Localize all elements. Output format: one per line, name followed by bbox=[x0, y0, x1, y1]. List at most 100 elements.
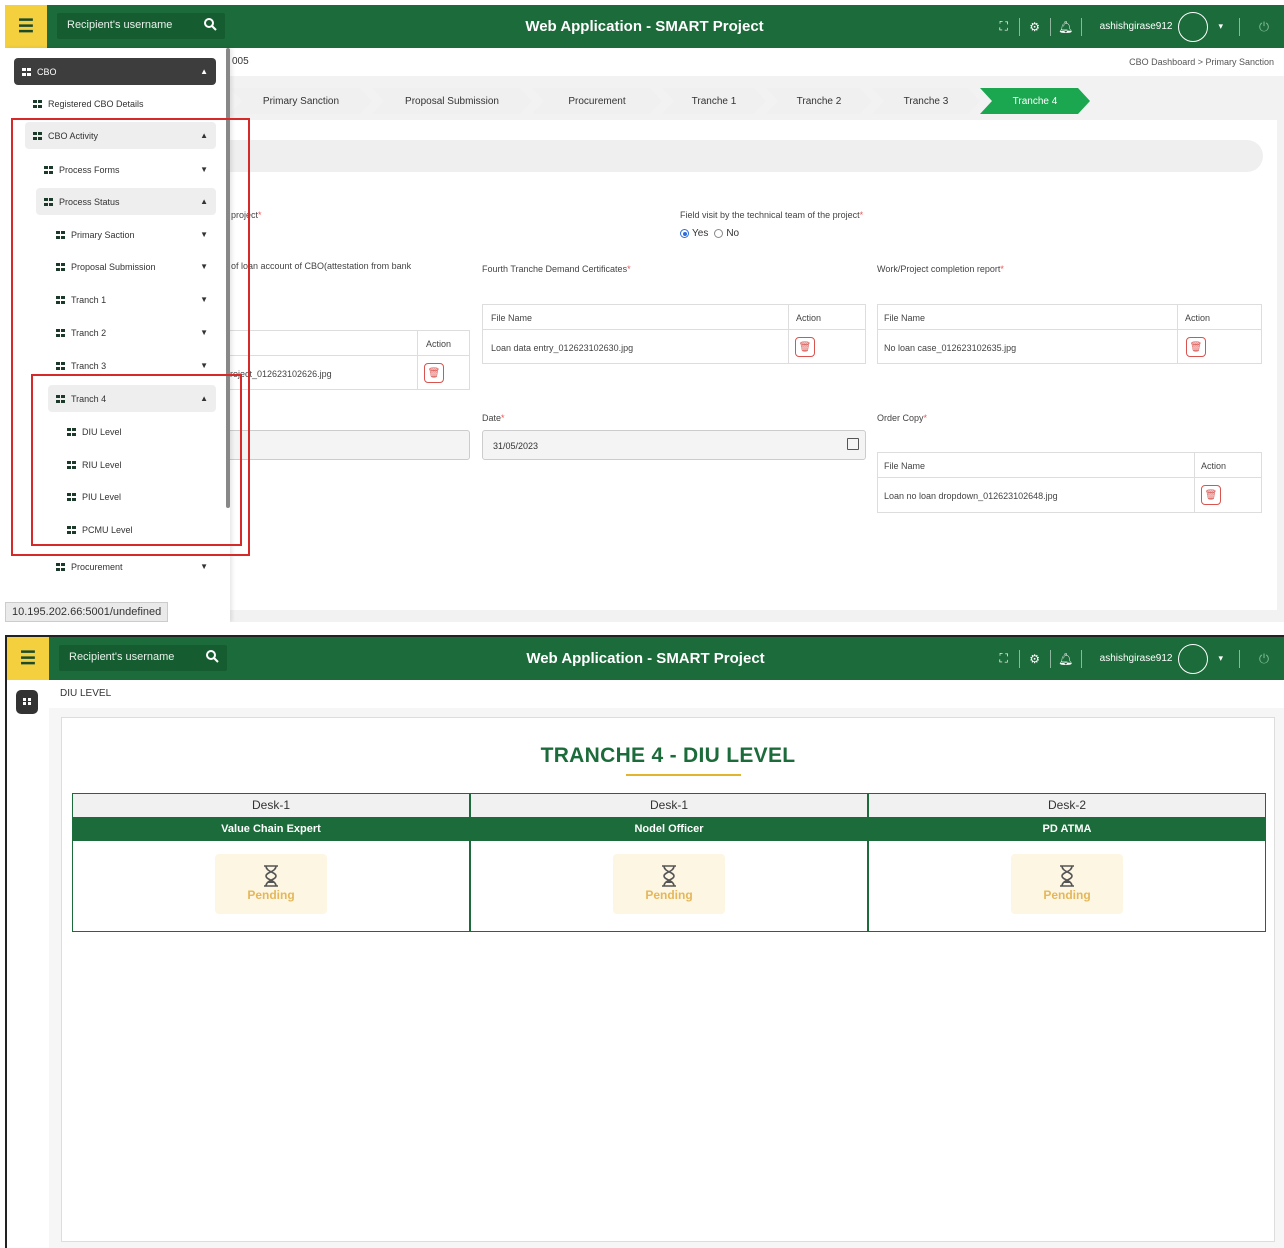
sidebar-item-diu-level[interactable]: DIU Level bbox=[67, 418, 216, 445]
sidebar-item-primary-saction[interactable]: Primary Saction ▼ bbox=[56, 221, 216, 248]
notification-bell-icon[interactable]: 🔔︎ bbox=[1055, 20, 1077, 34]
chevron-down-icon: ▼ bbox=[200, 328, 208, 337]
sidebar-item-pcmu-level[interactable]: PCMU Level bbox=[67, 516, 216, 543]
step-procurement[interactable]: Procurement bbox=[532, 88, 662, 114]
delete-trash-icon[interactable]: 🗑︎ bbox=[795, 337, 815, 357]
breadcrumb[interactable]: CBO Dashboard > Primary Sanction bbox=[1129, 57, 1274, 67]
user-dropdown-caret-icon[interactable]: ▾ bbox=[1218, 21, 1223, 32]
avatar[interactable] bbox=[1178, 11, 1209, 42]
sidebar-label: CBO bbox=[37, 66, 57, 77]
sidebar-label: Primary Saction bbox=[71, 229, 135, 240]
sidebar-item-cbo-activity[interactable]: CBO Activity ▲ bbox=[25, 122, 216, 149]
search-icon[interactable] bbox=[203, 17, 217, 31]
pending-status-badge: Pending bbox=[613, 854, 725, 914]
step-primary-sanction[interactable]: Primary Sanction bbox=[230, 88, 372, 114]
search-box[interactable]: Recipient's username bbox=[57, 13, 225, 39]
field-visit-label: Field visit by the technical team of the… bbox=[680, 210, 863, 220]
completion-report-file-table: File Name Action No loan case_0126231026… bbox=[877, 304, 1262, 364]
sidebar-label: RIU Level bbox=[82, 459, 122, 470]
radio-no[interactable] bbox=[714, 229, 724, 238]
search-icon[interactable] bbox=[205, 649, 219, 663]
delete-trash-icon[interactable]: 🗑︎ bbox=[1186, 337, 1206, 357]
delete-trash-icon[interactable]: 🗑︎ bbox=[424, 363, 444, 383]
file-name-cell[interactable]: No loan case_012623102635.jpg bbox=[884, 343, 1016, 353]
user-dropdown-caret-icon[interactable]: ▾ bbox=[1218, 653, 1223, 664]
date-input[interactable]: 31/05/2023 bbox=[482, 430, 866, 460]
sidebar-item-process-forms[interactable]: Process Forms ▼ bbox=[44, 156, 216, 183]
grid-icon bbox=[56, 361, 65, 370]
required-mark: * bbox=[501, 413, 505, 423]
pending-status-badge: Pending bbox=[215, 854, 327, 914]
chevron-down-icon: ▼ bbox=[200, 361, 208, 370]
search-input[interactable]: Recipient's username bbox=[67, 19, 172, 31]
username-label[interactable]: ashishgirase912 bbox=[1100, 653, 1173, 664]
project-label-text: project bbox=[231, 210, 259, 220]
sidebar-item-procurement[interactable]: Procurement ▼ bbox=[56, 553, 216, 580]
field-visit-label-text: Field visit by the technical team of the… bbox=[680, 210, 860, 220]
screenshot-diu-level: ☰ Recipient's username Web Application -… bbox=[5, 635, 1284, 1248]
title-underline bbox=[626, 774, 741, 776]
radio-yes-label: Yes bbox=[692, 228, 709, 239]
text-field[interactable] bbox=[225, 430, 470, 460]
search-input[interactable]: Recipient's username bbox=[69, 651, 174, 663]
sidebar-item-tranch-4[interactable]: Tranch 4 ▲ bbox=[48, 385, 216, 412]
settings-gear-icon[interactable]: ⚙ bbox=[1024, 20, 1046, 34]
settings-gear-icon[interactable]: ⚙ bbox=[1024, 652, 1046, 666]
column-divider bbox=[788, 305, 789, 363]
divider bbox=[1018, 17, 1020, 36]
sidebar-item-piu-level[interactable]: PIU Level bbox=[67, 483, 216, 510]
hourglass-icon bbox=[264, 865, 278, 887]
avatar[interactable] bbox=[1178, 643, 1209, 674]
fourth-tranche-label: Fourth Tranche Demand Certificates* bbox=[482, 264, 631, 274]
col-file-name: File Name bbox=[884, 461, 926, 471]
sidebar-item-cbo[interactable]: CBO ▲ bbox=[14, 58, 216, 85]
file-name-cell[interactable]: roject_012623102626.jpg bbox=[230, 369, 332, 379]
notification-bell-icon[interactable]: 🔔︎ bbox=[1055, 652, 1077, 666]
sidebar-item-riu-level[interactable]: RIU Level bbox=[67, 451, 216, 478]
chevron-up-icon: ▲ bbox=[200, 197, 208, 206]
search-box[interactable]: Recipient's username bbox=[59, 645, 227, 671]
step-tranche-4[interactable]: Tranche 4 bbox=[980, 88, 1090, 114]
col-action: Action bbox=[1201, 461, 1227, 471]
chevron-down-icon: ▼ bbox=[200, 295, 208, 304]
step-tranche-1[interactable]: Tranche 1 bbox=[662, 88, 766, 114]
hamburger-menu-button[interactable]: ☰ bbox=[7, 637, 49, 680]
username-label[interactable]: ashishgirase912 bbox=[1100, 21, 1173, 32]
hamburger-menu-button[interactable]: ☰ bbox=[5, 5, 47, 48]
desk-role: Value Chain Expert bbox=[73, 817, 469, 841]
sidebar-item-process-status[interactable]: Process Status ▲ bbox=[36, 188, 216, 215]
step-tranche-3[interactable]: Tranche 3 bbox=[872, 88, 980, 114]
sidebar-item-tranch-3[interactable]: Tranch 3 ▼ bbox=[56, 352, 216, 379]
required-mark: * bbox=[859, 210, 864, 220]
section-header-strip bbox=[225, 140, 1263, 172]
sidebar-item-tranch-1[interactable]: Tranch 1 ▼ bbox=[56, 286, 216, 313]
fullscreen-icon[interactable]: ⛶ bbox=[993, 19, 1015, 34]
delete-trash-icon[interactable]: 🗑︎ bbox=[1201, 485, 1221, 505]
desk-label: Desk-1 bbox=[471, 794, 867, 817]
pending-status-badge: Pending bbox=[1011, 854, 1123, 914]
grid-icon bbox=[67, 525, 76, 534]
calendar-icon[interactable] bbox=[847, 438, 859, 450]
step-tranche-2[interactable]: Tranche 2 bbox=[766, 88, 872, 114]
file-name-cell[interactable]: Loan data entry_012623102630.jpg bbox=[491, 343, 633, 353]
power-logout-icon[interactable]: ⏻ bbox=[1244, 19, 1284, 35]
dashboard-grid-icon[interactable] bbox=[16, 690, 38, 714]
sidebar-scrollbar[interactable] bbox=[226, 48, 230, 508]
step-proposal-submission[interactable]: Proposal Submission bbox=[372, 88, 532, 114]
sidebar-item-proposal-submission[interactable]: Proposal Submission ▼ bbox=[56, 253, 216, 280]
sidebar-label: Tranch 4 bbox=[71, 393, 107, 404]
sidebar-item-tranch-2[interactable]: Tranch 2 ▼ bbox=[56, 319, 216, 346]
fullscreen-icon[interactable]: ⛶ bbox=[993, 651, 1015, 666]
chevron-up-icon: ▲ bbox=[200, 394, 208, 403]
power-logout-icon[interactable]: ⏻ bbox=[1244, 651, 1284, 667]
chevron-down-icon: ▼ bbox=[200, 562, 208, 571]
radio-yes[interactable] bbox=[680, 229, 689, 238]
sidebar-label: PCMU Level bbox=[82, 524, 133, 535]
grid-icon bbox=[56, 295, 65, 304]
grid-icon bbox=[56, 328, 65, 337]
sidebar-item-registered-cbo[interactable]: Registered CBO Details bbox=[33, 90, 218, 117]
pending-text: Pending bbox=[1043, 888, 1091, 902]
grid-icon bbox=[33, 99, 42, 108]
desk-status-table: Desk-1 Value Chain Expert Pending Desk-1… bbox=[72, 793, 1266, 932]
file-name-cell[interactable]: Loan no loan dropdown_012623102648.jpg bbox=[884, 491, 1058, 501]
